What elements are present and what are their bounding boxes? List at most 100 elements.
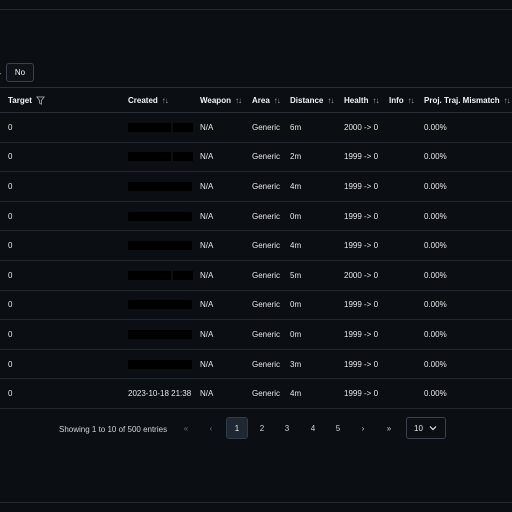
sort-icon[interactable]: ↑↓: [408, 96, 415, 105]
cell-area: Generic: [252, 329, 281, 339]
column-header-weapon[interactable]: Weapon ↑↓: [200, 88, 242, 113]
column-header-area[interactable]: Area ↑↓: [252, 88, 281, 113]
column-header-distance[interactable]: Distance ↑↓: [290, 88, 334, 113]
redacted-block: [128, 211, 192, 221]
column-header-target[interactable]: Target: [8, 88, 45, 113]
redacted-block: [128, 270, 193, 280]
cell-distance: 0m: [290, 300, 302, 310]
cell-target: 0: [8, 122, 13, 132]
redacted-block: [128, 300, 192, 310]
cell-health: 1999 -> 0: [344, 152, 379, 162]
page-button-3[interactable]: 3: [276, 417, 298, 439]
redacted-block: [128, 241, 192, 251]
cell-created: [128, 231, 192, 260]
sort-icon[interactable]: ↑↓: [162, 96, 169, 105]
redacted-block: [128, 359, 192, 369]
table-row[interactable]: 0 N/A Generic 0m 1999 -> 0 0.00%: [0, 202, 512, 232]
cell-weapon: N/A: [200, 122, 214, 132]
data-table: Target Created ↑↓ Weapon ↑↓ Area ↑↓ Dist…: [0, 87, 512, 417]
cell-created: [128, 261, 193, 290]
table-row[interactable]: 0 2023-10-18 21:38 N/A Generic 4m 1999 -> 0 0.…: [0, 379, 512, 409]
page-button-2[interactable]: 2: [251, 417, 273, 439]
cell-health: 2000 -> 0: [344, 270, 379, 280]
cell-weapon: N/A: [200, 270, 214, 280]
cell-target: 0: [8, 300, 13, 310]
table-header: Target Created ↑↓ Weapon ↑↓ Area ↑↓ Dist…: [0, 88, 512, 113]
column-header-health[interactable]: Health ↑↓: [344, 88, 379, 113]
cell-created: [128, 291, 192, 320]
cell-mismatch: 0.00%: [424, 211, 447, 221]
sort-icon[interactable]: ↑↓: [372, 96, 379, 105]
cell-weapon: N/A: [200, 241, 214, 251]
cell-weapon: N/A: [200, 359, 214, 369]
cell-distance: 5m: [290, 270, 302, 280]
cell-distance: 3m: [290, 359, 302, 369]
sort-icon[interactable]: ↑↓: [327, 96, 334, 105]
page-button-5[interactable]: 5: [327, 417, 349, 439]
table-row[interactable]: 0 N/A Generic 0m 1999 -> 0 0.00%: [0, 320, 512, 350]
no-filter-button[interactable]: No: [6, 63, 34, 82]
cell-created: [128, 320, 192, 349]
page-button-4[interactable]: 4: [302, 417, 324, 439]
redacted-block: [128, 152, 193, 162]
table-row[interactable]: 0 N/A Generic 6m 2000 -> 0 0.00%: [0, 113, 512, 143]
cell-mismatch: 0.00%: [424, 329, 447, 339]
cell-area: Generic: [252, 241, 281, 251]
page-button-1[interactable]: 1: [226, 417, 248, 439]
cell-health: 1999 -> 0: [344, 300, 379, 310]
sort-icon[interactable]: ↑↓: [235, 96, 242, 105]
cell-mismatch: 0.00%: [424, 359, 447, 369]
column-header-info[interactable]: Info ↑↓: [389, 88, 415, 113]
cell-distance: 4m: [290, 181, 302, 191]
cell-mismatch: 0.00%: [424, 389, 447, 399]
page-size-value: 10: [414, 423, 423, 433]
cell-distance: 0m: [290, 211, 302, 221]
cell-created: [128, 350, 192, 379]
cell-weapon: N/A: [200, 300, 214, 310]
cell-distance: 4m: [290, 241, 302, 251]
cell-weapon: N/A: [200, 152, 214, 162]
cell-weapon: N/A: [200, 389, 214, 399]
prev-page-button[interactable]: ‹: [200, 417, 222, 439]
table-row[interactable]: 0 N/A Generic 3m 1999 -> 0 0.00%: [0, 350, 512, 380]
chevron-right-icon: ›: [0, 68, 1, 78]
sort-icon[interactable]: ↑↓: [274, 96, 281, 105]
cell-target: 0: [8, 329, 13, 339]
cell-health: 1999 -> 0: [344, 389, 379, 399]
cell-area: Generic: [252, 389, 281, 399]
sort-icon[interactable]: ↑↓: [504, 96, 511, 105]
cell-health: 1999 -> 0: [344, 329, 379, 339]
chevron-down-icon: [429, 426, 437, 431]
cell-health: 1999 -> 0: [344, 359, 379, 369]
table-row[interactable]: 0 N/A Generic 2m 1999 -> 0 0.00%: [0, 143, 512, 173]
table-row[interactable]: 0 N/A Generic 4m 1999 -> 0 0.00%: [0, 172, 512, 202]
cell-created: 2023-10-18 21:38: [128, 389, 192, 399]
cell-distance: 6m: [290, 122, 302, 132]
table-row[interactable]: 0 N/A Generic 0m 1999 -> 0 0.00%: [0, 291, 512, 321]
cell-mismatch: 0.00%: [424, 122, 447, 132]
cell-health: 2000 -> 0: [344, 122, 379, 132]
cell-weapon: N/A: [200, 329, 214, 339]
cell-mismatch: 0.00%: [424, 300, 447, 310]
cell-area: Generic: [252, 211, 281, 221]
filter-icon[interactable]: [35, 96, 45, 105]
cell-created: [128, 172, 192, 201]
column-header-mismatch[interactable]: Proj. Traj. Mismatch ↑↓: [424, 88, 511, 113]
table-row[interactable]: 0 N/A Generic 4m 1999 -> 0 0.00%: [0, 231, 512, 261]
cell-area: Generic: [252, 152, 281, 162]
redacted-block: [128, 122, 193, 132]
page-size-select[interactable]: 10: [406, 417, 446, 439]
cell-distance: 0m: [290, 329, 302, 339]
column-header-created[interactable]: Created ↑↓: [128, 88, 169, 113]
first-page-button[interactable]: «: [175, 417, 197, 439]
cell-target: 0: [8, 241, 13, 251]
table-row[interactable]: 0 N/A Generic 5m 2000 -> 0 0.00%: [0, 261, 512, 291]
cell-area: Generic: [252, 122, 281, 132]
cell-target: 0: [8, 211, 13, 221]
cell-target: 0: [8, 152, 13, 162]
cell-health: 1999 -> 0: [344, 241, 379, 251]
last-page-button[interactable]: »: [378, 417, 400, 439]
cell-distance: 4m: [290, 389, 302, 399]
cell-target: 0: [8, 359, 13, 369]
next-page-button[interactable]: ›: [352, 417, 374, 439]
